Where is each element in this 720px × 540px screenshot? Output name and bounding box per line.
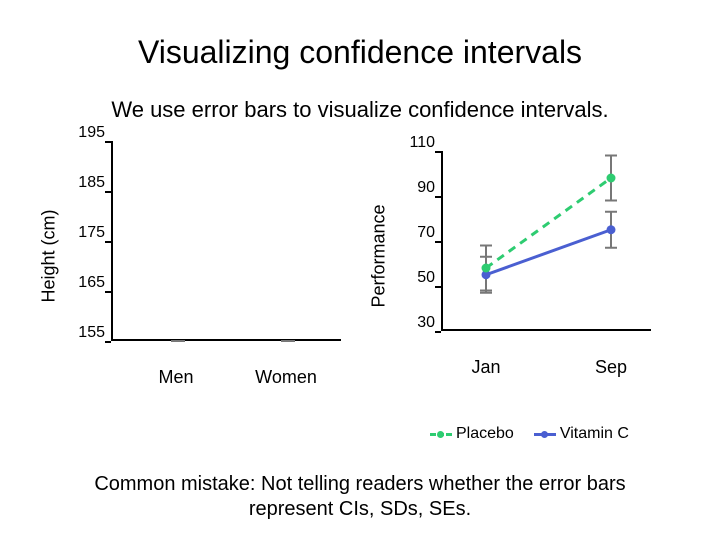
legend-placebo: Placebo [430,425,514,443]
line-plot-area: 110 90 70 50 30 [441,151,651,331]
line-chart: Performance 110 90 70 50 30 [385,141,665,371]
series-placebo [486,230,611,275]
bar-y-axis [111,141,113,341]
line-series-svg [441,151,651,331]
bar-x-axis [111,339,341,341]
footnote: Common mistake: Not telling readers whet… [0,472,720,522]
line-legend: Placebo Vitamin C [430,425,629,443]
charts-row: Height (cm) 195 185 175 165 155 [0,141,720,371]
bar-plot-area: 195 185 175 165 155 [111,141,341,341]
slide: { "title": "Visualizing confidence inter… [0,0,720,540]
line-yticks: 110 90 70 50 30 [401,143,435,323]
line-ylabel: Performance [369,204,390,307]
slide-title: Visualizing confidence intervals [0,0,720,71]
series-vitc [486,178,611,268]
bar-yticks: 195 185 175 165 155 [71,133,105,333]
legend-vitc: Vitamin C [534,425,629,443]
slide-subtitle: We use error bars to visualize confidenc… [0,97,720,123]
bar-ylabel: Height (cm) [39,209,60,302]
bar-chart: Height (cm) 195 185 175 165 155 [55,141,355,371]
